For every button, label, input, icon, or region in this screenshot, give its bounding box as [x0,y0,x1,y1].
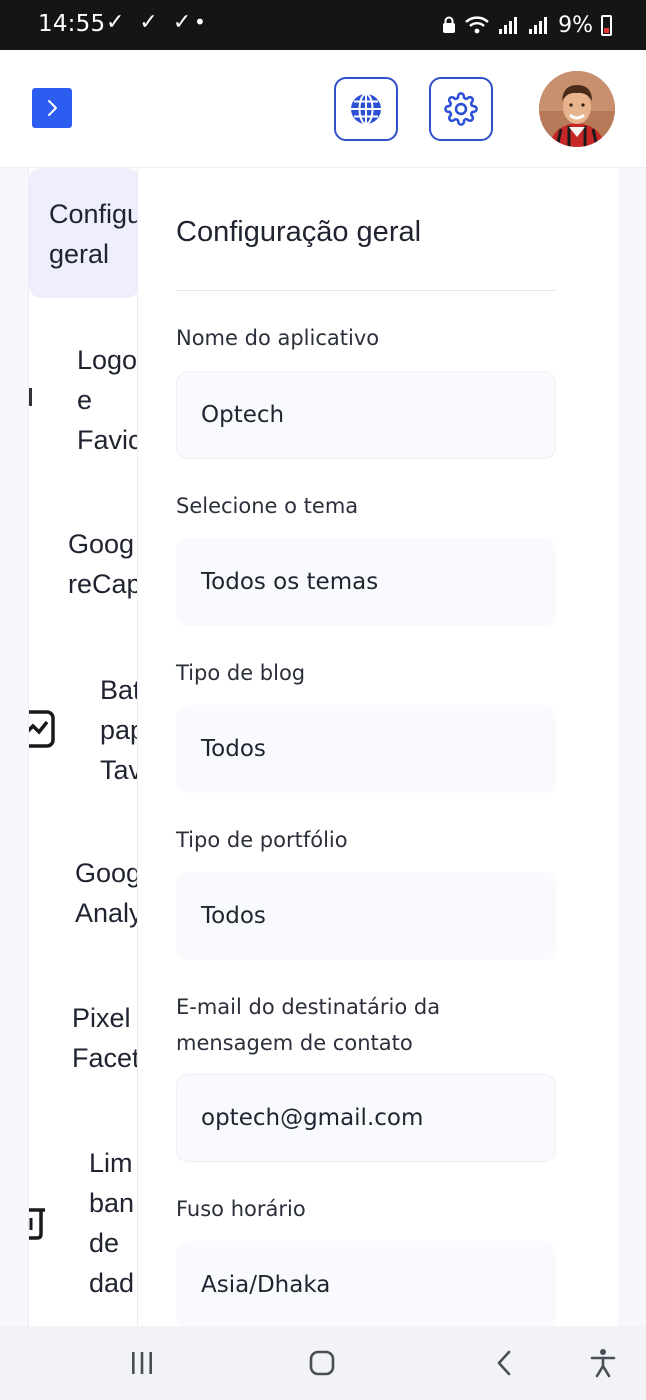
back-button[interactable] [490,1346,518,1380]
lock-icon [443,16,456,33]
status-indicators: 9% [442,10,612,40]
contact-email-label: E-mail do destinatário da mensagem de co… [176,995,441,1055]
globe-icon [351,93,381,125]
battery-percent: 9% [558,12,593,38]
notification-dot-icon: • [194,10,206,34]
signal-icon [499,17,518,34]
timezone-select[interactable]: Asia/Dhaka [176,1241,556,1326]
trash-icon [29,1208,45,1240]
content-area: Configu geral Logo e Favic Goog reCap Ba… [0,168,646,1326]
settings-sidebar: Configu geral Logo e Favic Goog reCap Ba… [28,168,138,1326]
avatar-image [539,71,615,147]
sidebar-item-general-label: Configu geral [49,199,138,269]
status-bar: 14:55 ✓ ✓ ✓ • 9% [0,0,646,50]
sidebar-item-facebook-pixel[interactable]: Pixel Facet [72,998,137,1078]
sidebar-item-recaptcha[interactable]: Goog reCap [68,524,137,604]
recent-apps-icon [132,1352,152,1374]
portfolio-type-select[interactable]: Todos [176,872,556,960]
accessibility-icon [590,1349,616,1378]
blog-type-select[interactable]: Todos [176,705,556,793]
recent-apps-button[interactable] [128,1346,156,1380]
notification-check-icons: ✓ ✓ ✓ [106,10,196,35]
wifi-icon [465,16,489,34]
page-title: Configuração geral [176,216,422,248]
sidebar-item-analytics[interactable]: Goog Analy [75,853,137,933]
gear-icon [444,92,478,126]
app-name-input[interactable]: Optech [176,371,556,459]
settings-button[interactable] [429,77,493,141]
contact-email-input[interactable]: optech@gmail.com [176,1074,556,1162]
portfolio-type-label: Tipo de portfólio [176,828,348,852]
back-icon [497,1350,511,1376]
sidebar-item-chat[interactable]: Bat pap Tav [100,670,137,790]
system-nav-bar [0,1326,646,1400]
sidebar-toggle-button[interactable] [32,88,72,128]
language-button[interactable] [334,77,398,141]
blog-type-label: Tipo de blog [176,661,306,685]
timezone-label: Fuso horário [176,1197,306,1221]
general-settings-panel: Configuração geral Nome do aplicativo Op… [138,168,618,1326]
theme-label: Selecione o tema [176,494,359,518]
home-button[interactable] [308,1346,336,1380]
app-header [0,50,646,168]
home-icon [309,1350,335,1376]
title-divider [176,290,556,291]
sidebar-item-clear-database[interactable]: Lim ban de dad [89,1143,134,1303]
image-icon [29,388,32,406]
signal-icon-2 [529,17,548,34]
battery-icon [601,14,612,36]
chevron-right-icon [48,100,57,116]
user-avatar[interactable] [539,71,615,147]
theme-select[interactable]: Todos os temas [176,538,556,626]
app-name-label: Nome do aplicativo [176,326,380,350]
status-time: 14:55 [38,11,106,37]
sidebar-item-logo-favicon[interactable]: Logo e Favic [77,340,137,460]
accessibility-button[interactable] [588,1346,618,1380]
chart-icon [29,710,55,748]
